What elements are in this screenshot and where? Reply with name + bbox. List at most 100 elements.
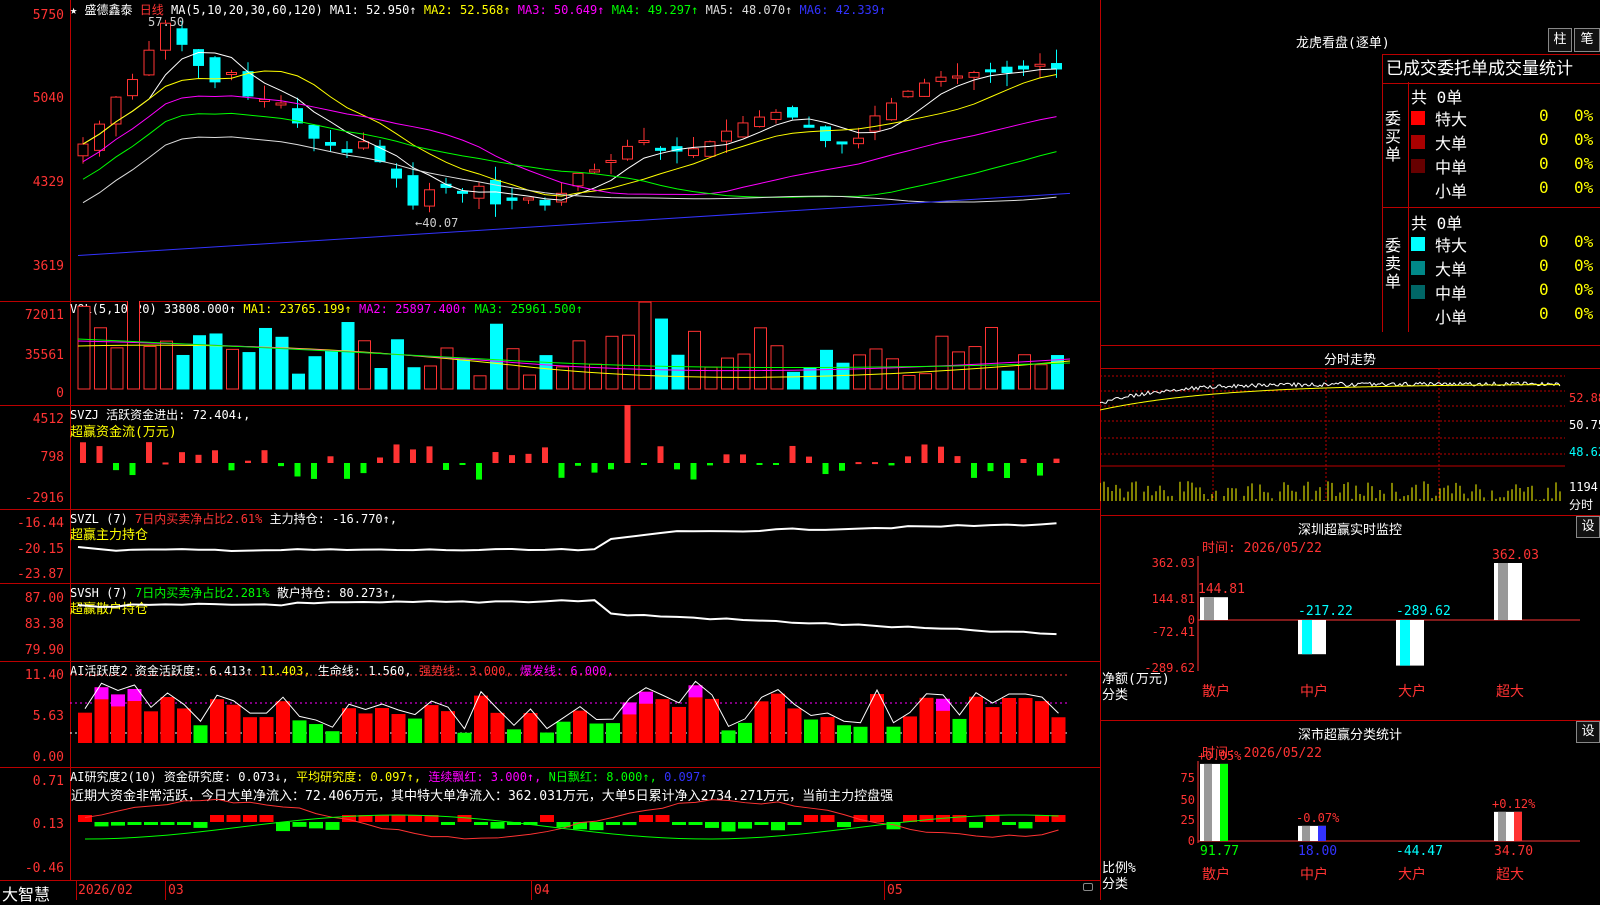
svzj-chart[interactable] [0,405,1100,509]
ai-activity-pane[interactable]: AI活跃度2 资金活跃度: 6.413↑ 11.403, 生命线: 1.560,… [0,661,1100,768]
research-bar [441,822,455,825]
low-annotation: ←40.07 [415,216,459,230]
color-swatch [1411,111,1425,125]
volume-bar [473,375,487,390]
flow-bar [311,463,317,479]
research-bar [111,822,125,826]
flow-bar [773,463,779,465]
class-bar-pct: +0.05% [1198,749,1242,763]
sz-bar-shade [1302,620,1312,655]
flow-bar [591,463,598,473]
activity-bar [919,697,934,743]
sz-bar-value: -217.22 [1298,604,1353,619]
volume-bar [721,357,734,390]
ai-research-chart[interactable] [0,767,1100,880]
flow-bar [1020,458,1027,463]
volume-bar [605,335,619,390]
volume-pane[interactable]: VOL(5,10,20) 33808.000↑ MA1: 23765.199↑ … [0,301,1100,406]
high-annotation: 57.50 [148,15,185,29]
bar-view-button[interactable]: 柱 [1548,28,1572,52]
volume-bar [193,335,206,390]
candle-body [358,141,369,149]
candle-body [127,79,138,97]
ai-research-pane[interactable]: AI研究度2(10) 资金研究度: 0.073↓, 平均研究度: 0.097↑,… [0,767,1100,881]
sz-bar-value: -289.62 [1396,604,1451,619]
intraday-panel[interactable]: 分时走势 52.88 50.75 48.62 1194 分时 [1100,345,1600,516]
sz-class-chart: 75 50 25 0 +0.05% 91.77 散户 -0.07% 18.00 中户 -44.47 大… [1181,749,1580,883]
svzl-chart[interactable] [0,509,1100,583]
activity-bar [853,726,868,743]
flow-bar [954,456,961,463]
candle-body [638,140,650,144]
flow-bar [575,463,581,466]
volume-bar [292,373,305,390]
volume-bar [655,318,668,390]
flow-bar [245,460,251,463]
volume-bar [209,333,223,390]
ai-activity-chart[interactable] [0,661,1100,767]
flow-bar [1004,463,1010,478]
stats-tabs[interactable]: 已成交委托单成交量统计 [1382,54,1600,84]
candle-body [952,75,963,79]
activity-bar [1035,701,1049,743]
flow-bar [426,446,433,463]
sz-category-label: 大户 [1398,683,1426,700]
dragon-title: 龙虎看盘(逐单) [1296,36,1390,51]
activity-bar [144,711,158,743]
flow-bar [608,463,614,470]
sz-axis-label: 144.81 [1152,592,1195,606]
ma-line [82,95,1057,196]
sz-axis-label: -72.41 [1152,625,1195,639]
class-bar-accent [1514,811,1522,841]
order-count: 0 [1539,232,1549,251]
candle-body [853,137,864,145]
svsh-chart[interactable] [0,583,1100,661]
research-bar [325,822,340,830]
research-bar [276,822,290,832]
svzj-pane[interactable]: SVZJ 活跃资金进出: 72.404↓, 超赢资金流(万元) 4512 798… [0,405,1100,510]
activity-bar [754,701,769,743]
candle-body [1034,63,1046,67]
lock-icon[interactable] [1083,883,1093,891]
volume-bar [424,365,437,390]
flow-bar [690,463,697,480]
svzl-pane[interactable]: SVZL (7) 7日内买卖净占比2.61% 主力持仓: -16.770↑, 超… [0,509,1100,584]
volume-bar [275,336,289,390]
volume-bar [737,353,751,390]
candle-body [820,126,831,142]
class-axis-label: 25 [1181,813,1195,827]
order-percent: 0% [1574,232,1594,251]
order-size-label: 大单 [1435,260,1468,279]
order-count: 0 [1539,106,1549,125]
candle-body [803,124,815,128]
order-row: 中单 0 0% [1411,154,1600,178]
order-size-label: 大单 [1435,134,1468,153]
activity-burst [639,691,653,704]
order-count: 0 [1539,154,1549,173]
color-swatch [1411,183,1425,197]
candle-body [506,197,518,201]
research-bar [771,822,785,831]
research-bar [688,822,703,825]
volume-bar [94,327,107,390]
tick-view-button[interactable]: 笔 [1574,28,1600,52]
order-row: 中单 0 0% [1411,280,1600,304]
class-bar-accent [1220,763,1228,841]
class-bar-value: 18.00 [1298,844,1337,859]
candle-body [1051,63,1062,70]
order-size-label: 中单 [1435,284,1468,303]
date-label: 04 [534,883,550,898]
candle-body [523,197,534,201]
intraday-chart[interactable] [1100,346,1600,516]
price-pane[interactable]: ★ 盛德鑫泰 日线 MA(5,10,20,30,60,120) MA1: 52.… [0,0,1100,302]
svsh-pane[interactable]: SVSH (7) 7日内买卖净占比2.281% 散户持仓: 80.273↑, 超… [0,583,1100,662]
volume-chart[interactable] [0,301,1100,405]
volume-bar [622,334,635,390]
chart-area[interactable]: ★ 盛德鑫泰 日线 MA(5,10,20,30,60,120) MA1: 52.… [0,0,1101,904]
volume-bar [341,322,355,390]
volume-bar [985,326,998,390]
class-bar-shade [1302,825,1310,841]
candlestick-chart[interactable] [0,0,1100,301]
volume-bar [358,340,371,390]
candle-body [341,149,353,153]
